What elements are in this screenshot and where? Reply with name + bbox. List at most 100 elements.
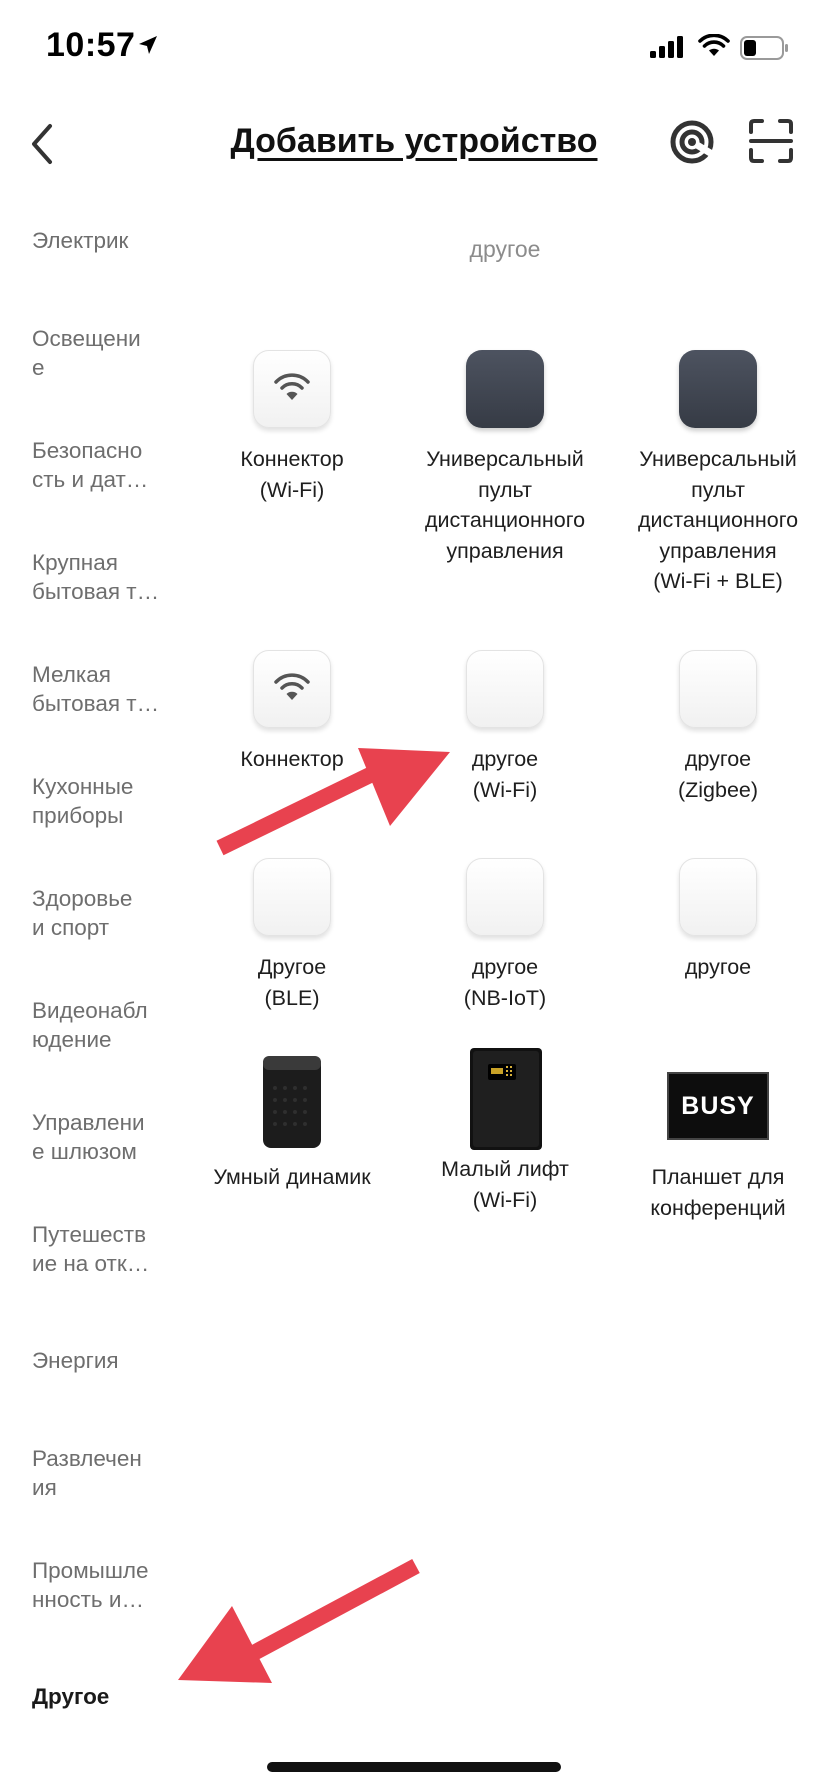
device-label-line: Планшет для — [651, 1165, 785, 1189]
sidebar-item-large-appliances[interactable]: Крупная бытовая т… — [32, 548, 180, 606]
sidebar-item-industry[interactable]: Промышле нность и… — [32, 1556, 180, 1614]
sidebar-item-label-line: бытовая т… — [32, 579, 160, 604]
blank-device-icon — [679, 650, 757, 728]
device-label-line: Малый лифт — [441, 1157, 569, 1181]
sidebar-item-label-line: Здоровье — [32, 886, 133, 911]
device-label-line: другое — [684, 747, 752, 771]
sidebar-item-label: Другое — [32, 1684, 110, 1709]
device-label-line: (Zigbee) — [677, 777, 759, 802]
sidebar-item-label-line: е шлюзом — [32, 1139, 137, 1164]
sidebar-item-outdoor[interactable]: Путешеств ие на отк… — [32, 1220, 180, 1278]
sidebar-item-label-line: Промышле — [32, 1558, 149, 1583]
device-universal-remote[interactable]: Универсальный пульт дистанционного управ… — [400, 350, 610, 566]
device-other-wifi[interactable]: другое (Wi-Fi) — [400, 650, 610, 805]
sidebar-item-label-line: Управлени — [32, 1110, 145, 1135]
device-label-line: (BLE) — [264, 985, 320, 1010]
remote-control-icon — [679, 350, 757, 428]
device-label-line: Другое — [257, 955, 327, 979]
sidebar-item-label-line: е — [32, 355, 45, 380]
sidebar-item-label: Энергия — [32, 1348, 119, 1373]
device-small-safe-wifi[interactable]: Малый лифт (Wi-Fi) — [400, 1048, 610, 1215]
device-other-ble[interactable]: Другое (BLE) — [187, 858, 397, 1013]
device-label-line: пульт — [691, 477, 745, 502]
sidebar-item-label-line: ия — [32, 1475, 57, 1500]
busy-sign-text: BUSY — [681, 1091, 755, 1120]
device-connector[interactable]: Коннектор — [187, 650, 397, 775]
device-connector-wifi[interactable]: Коннектор (Wi-Fi) — [187, 350, 397, 505]
sidebar-item-label-line: юдение — [32, 1027, 112, 1052]
blank-device-icon — [679, 858, 757, 936]
device-label: другое (Zigbee) — [613, 744, 823, 805]
device-label: другое (Wi-Fi) — [400, 744, 610, 805]
sidebar-item-label-line: Мелкая — [32, 662, 111, 687]
sidebar-item-label-line: и спорт — [32, 915, 110, 940]
device-label-line: дистанционного — [637, 508, 799, 532]
sidebar-item-entertainment[interactable]: Развлечен ия — [32, 1444, 180, 1502]
device-label-line: Универсальный — [426, 447, 584, 471]
device-label-line: дистанционного — [424, 508, 586, 532]
device-label: другое (NB-IoT) — [400, 952, 610, 1013]
sidebar-item-energy[interactable]: Энергия — [32, 1346, 180, 1375]
arrow-to-other-category — [178, 1558, 420, 1683]
sidebar-item-label-line: Развлечен — [32, 1446, 142, 1471]
device-other[interactable]: другое — [613, 858, 823, 983]
sidebar-item-health[interactable]: Здоровье и спорт — [32, 884, 180, 942]
battery-icon — [740, 36, 788, 60]
device-label: Умный динамик — [187, 1162, 397, 1193]
sidebar-item-label-line: ие на отк… — [32, 1251, 150, 1276]
device-label: Коннектор (Wi-Fi) — [187, 444, 397, 505]
device-label-line: другое — [471, 955, 539, 979]
blank-device-icon — [466, 858, 544, 936]
device-other-nbiot[interactable]: другое (NB-IoT) — [400, 858, 610, 1013]
sidebar-item-gateway[interactable]: Управлени е шлюзом — [32, 1108, 180, 1166]
sidebar-item-label-line: Безопасно — [32, 438, 143, 463]
smart-speaker-icon — [253, 1054, 331, 1150]
device-label-line: пульт — [478, 477, 532, 502]
sidebar-item-other[interactable]: Другое — [32, 1682, 180, 1711]
device-label: Малый лифт (Wi-Fi) — [400, 1154, 610, 1215]
device-label-line: (Wi-Fi) — [472, 777, 538, 802]
qr-scan-icon[interactable] — [748, 118, 794, 164]
device-universal-remote-wifi-ble[interactable]: Универсальный пульт дистанционного управ… — [613, 350, 823, 597]
cellular-signal-icon — [650, 36, 683, 58]
sidebar-item-lighting[interactable]: Освещени е — [32, 324, 180, 382]
device-label-line: Коннектор — [240, 447, 344, 471]
busy-sign-panel: BUSY — [667, 1072, 769, 1140]
sidebar-item-label-line: приборы — [32, 803, 124, 828]
device-label-line: (Wi-Fi) — [259, 477, 325, 502]
device-label: Универсальный пульт дистанционного управ… — [613, 444, 823, 597]
sidebar-item-label-line: Видеонабл — [32, 998, 148, 1023]
sidebar-item-label-line: бытовая т… — [32, 691, 160, 716]
sidebar-item-label-line: нность и… — [32, 1587, 144, 1612]
busy-sign-icon: BUSY — [667, 1054, 769, 1150]
nav-bar: Добавить устройство — [0, 100, 828, 188]
device-label: другое — [613, 952, 823, 983]
home-indicator[interactable] — [267, 1762, 561, 1772]
sidebar-item-electric[interactable]: Электрик — [32, 226, 180, 255]
sidebar-item-label-line: Кухонные — [32, 774, 134, 799]
section-title: другое — [469, 236, 541, 262]
sidebar-item-small-appliances[interactable]: Мелкая бытовая т… — [32, 660, 180, 718]
sidebar-item-label: Электрик — [32, 228, 129, 253]
radar-scan-icon[interactable] — [668, 118, 716, 166]
sidebar-item-kitchen[interactable]: Кухонные приборы — [32, 772, 180, 830]
device-label: Планшет для конференций — [613, 1162, 823, 1223]
location-arrow-icon — [139, 36, 157, 54]
device-label-line: управления — [446, 538, 564, 563]
device-label: Коннектор — [187, 744, 397, 775]
device-label-line: управления — [659, 538, 777, 563]
sidebar-item-label-line: Путешеств — [32, 1222, 147, 1247]
blank-device-icon — [253, 858, 331, 936]
device-label-line: Умный динамик — [213, 1165, 371, 1189]
sidebar-item-video[interactable]: Видеонабл юдение — [32, 996, 180, 1054]
device-label: Универсальный пульт дистанционного управ… — [400, 444, 610, 566]
safe-box-icon — [466, 1046, 544, 1150]
device-smart-speaker[interactable]: Умный динамик — [187, 1054, 397, 1193]
category-sidebar: Электрик Освещени е Безопасно сть и дат…… — [0, 200, 190, 1740]
blank-device-icon — [466, 650, 544, 728]
sidebar-item-label-line: Крупная — [32, 550, 118, 575]
device-conference-tablet[interactable]: BUSY Планшет для конференций — [613, 1054, 823, 1223]
device-other-zigbee[interactable]: другое (Zigbee) — [613, 650, 823, 805]
device-label: Другое (BLE) — [187, 952, 397, 1013]
sidebar-item-security[interactable]: Безопасно сть и дат… — [32, 436, 180, 494]
